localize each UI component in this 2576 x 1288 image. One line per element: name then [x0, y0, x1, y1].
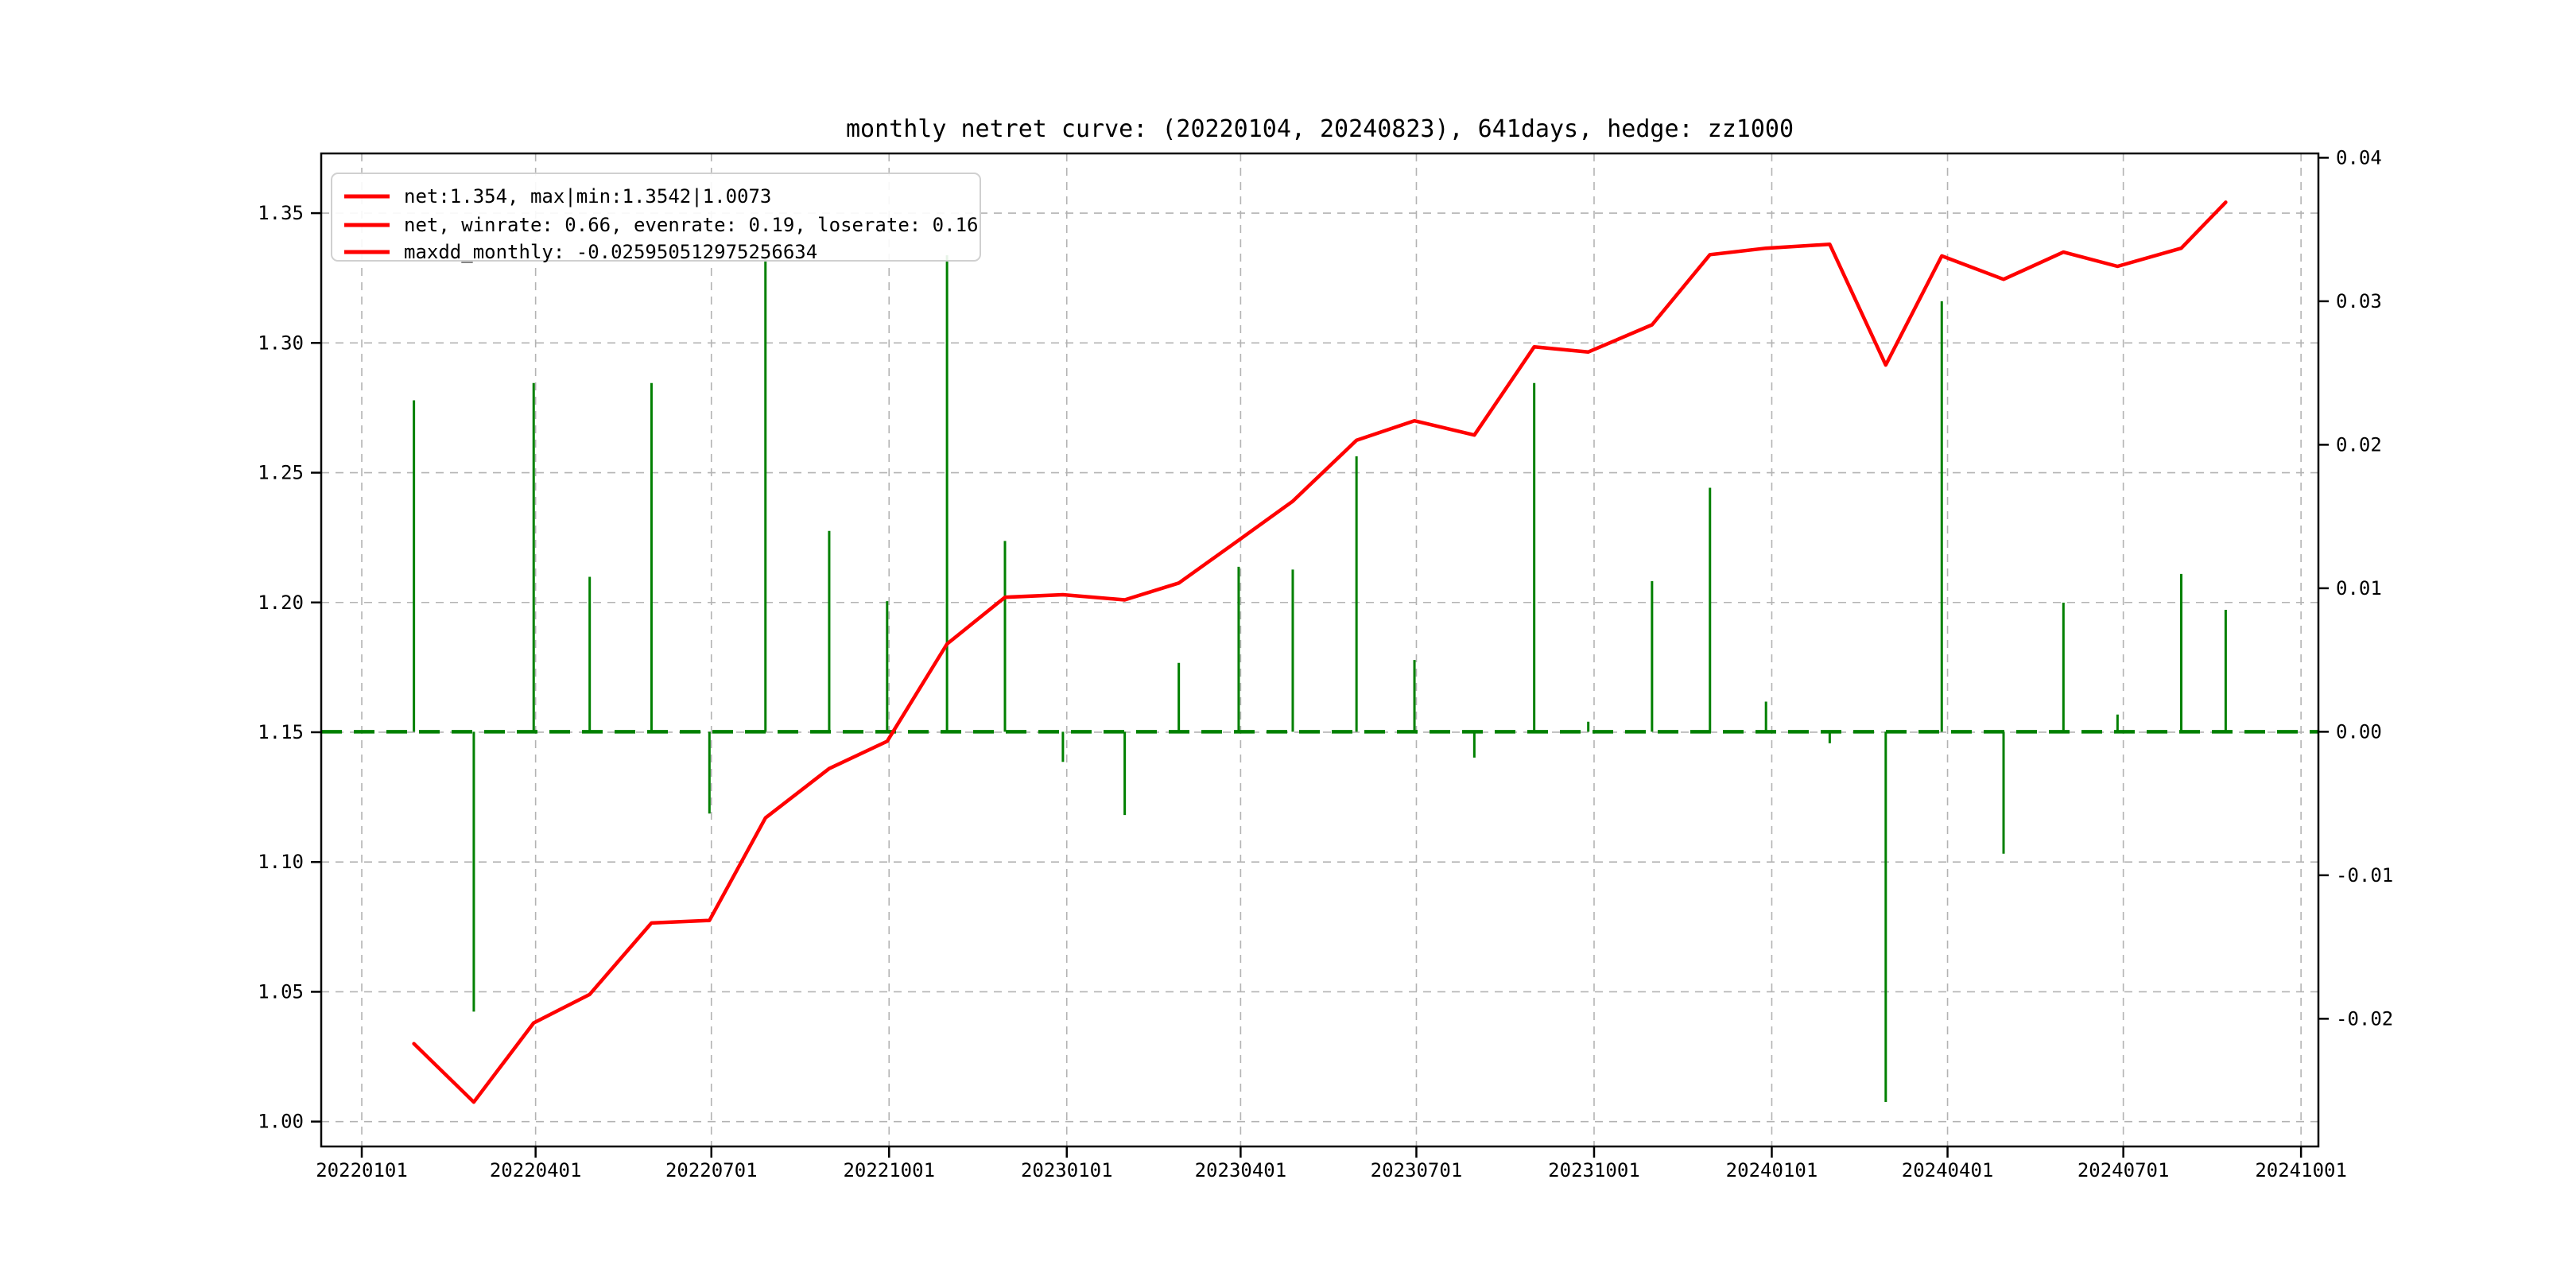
left-tick-label: 1.25 — [258, 462, 304, 484]
right-tick-label: 0.01 — [2336, 577, 2382, 599]
return-bars-layer — [413, 255, 2227, 1103]
x-tick-label: 20231001 — [1548, 1159, 1640, 1181]
x-tick-label: 20220101 — [316, 1159, 408, 1181]
net-line — [412, 200, 2228, 1104]
axes-layer: 20220101 20220401 20220701 20221001 20230101… — [258, 146, 2393, 1181]
x-tick-label: 20230701 — [1371, 1159, 1463, 1181]
right-tick-label: -0.01 — [2336, 864, 2393, 886]
x-tick-label: 20230401 — [1195, 1159, 1287, 1181]
netret-chart: 20220101 20220401 20220701 20221001 20230101… — [258, 115, 2393, 1181]
x-tick-label: 20220701 — [665, 1159, 758, 1181]
grid-layer — [321, 153, 2318, 1146]
right-tick-label: 0.02 — [2336, 433, 2382, 456]
right-tick-label: 0.04 — [2336, 146, 2382, 169]
plot-border — [320, 152, 2320, 1148]
legend-entry-winrate: net, winrate: 0.66, evenrate: 0.19, lose… — [404, 214, 978, 236]
x-tick-label: 20240701 — [2077, 1159, 2170, 1181]
left-tick-label: 1.10 — [258, 851, 304, 873]
left-tick-label: 1.20 — [258, 592, 304, 614]
net-line-layer — [412, 200, 2228, 1104]
left-tick-label: 1.15 — [258, 721, 304, 743]
right-tick-label: 0.00 — [2336, 720, 2382, 743]
x-tick-label: 20230101 — [1021, 1159, 1113, 1181]
left-tick-label: 1.05 — [258, 980, 304, 1003]
x-tick-label: 20220401 — [490, 1159, 582, 1181]
x-tick-label: 20241001 — [2255, 1159, 2347, 1181]
left-tick-label: 1.35 — [258, 202, 304, 224]
legend-entry-maxdd: maxdd_monthly: -0.025950512975256634 — [404, 241, 817, 263]
x-tick-label: 20240401 — [1902, 1159, 1994, 1181]
chart-title: monthly netret curve: (20220104, 2024082… — [846, 115, 1794, 143]
left-tick-label: 1.00 — [258, 1111, 304, 1133]
legend-entry-net: net:1.354, max|min:1.3542|1.0073 — [404, 185, 771, 208]
left-tick-label: 1.30 — [258, 332, 304, 354]
x-tick-label: 20240101 — [1726, 1159, 1818, 1181]
x-tick-label: 20221001 — [843, 1159, 935, 1181]
legend: net:1.354, max|min:1.3542|1.0073 net, wi… — [331, 173, 981, 263]
right-tick-label: 0.03 — [2336, 290, 2382, 312]
right-tick-label: -0.02 — [2336, 1007, 2393, 1030]
